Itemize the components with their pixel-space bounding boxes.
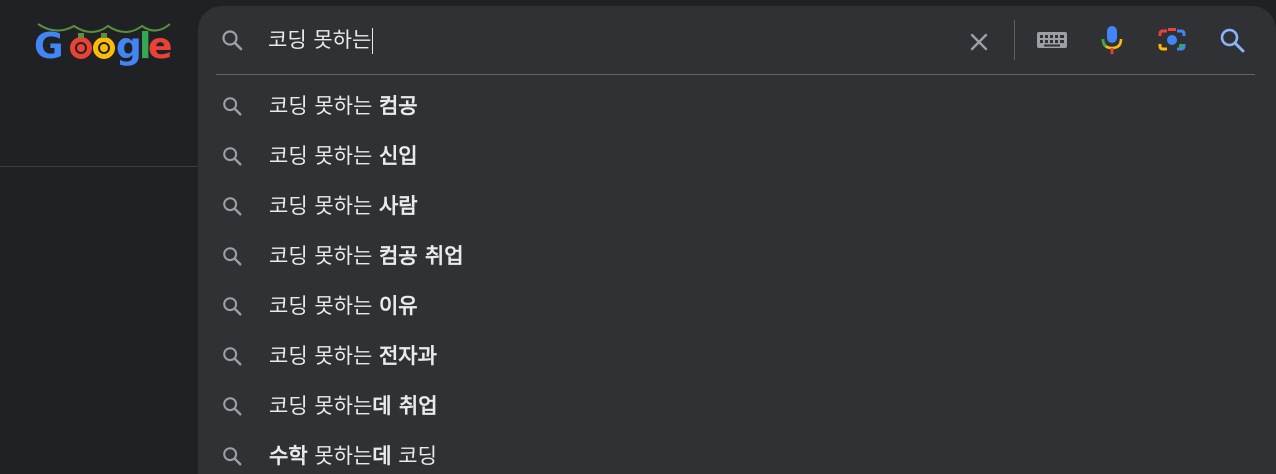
suggestion-item[interactable]: 코딩 못하는 전자과 xyxy=(198,331,1276,381)
close-icon xyxy=(970,33,988,51)
svg-text:G: G xyxy=(34,26,64,67)
suggestion-completion: 컴공 xyxy=(378,94,418,118)
keyboard-icon xyxy=(1037,32,1067,48)
search-box: 코딩 못하는 코딩 못하는 컴공 코딩 못하는 신입 코딩 못하는 사람 코딩 … xyxy=(198,6,1276,474)
suggestion-text-part: 코딩 못하는 xyxy=(269,144,379,168)
search-icon xyxy=(221,345,243,367)
suggestion-completion: 데 xyxy=(372,444,392,468)
camera-lens-icon xyxy=(1158,28,1186,51)
suggestion-text: 코딩 못하는 사람 xyxy=(269,190,418,222)
suggestion-text: 코딩 못하는데 취업 xyxy=(269,390,438,422)
search-icon xyxy=(221,445,243,467)
search-icon xyxy=(221,295,243,317)
suggestion-item[interactable]: 코딩 못하는 컴공 취업 xyxy=(198,231,1276,281)
suggestion-completion: 사람 xyxy=(378,194,418,218)
input-divider xyxy=(216,74,1255,75)
search-icon xyxy=(221,195,243,217)
suggestion-completion: 이유 xyxy=(378,294,418,318)
toolbar-divider xyxy=(1014,20,1015,60)
suggestion-item[interactable]: 코딩 못하는 신입 xyxy=(198,131,1276,181)
search-icon xyxy=(221,245,243,267)
keyboard-button[interactable] xyxy=(1034,22,1070,58)
suggestion-text-part: 코딩 못하는 xyxy=(269,94,379,118)
suggestion-item[interactable]: 코딩 못하는 사람 xyxy=(198,181,1276,231)
search-input[interactable]: 코딩 못하는 xyxy=(268,24,374,56)
suggestion-item[interactable]: 코딩 못하는 이유 xyxy=(198,281,1276,331)
suggestion-completion: 전자과 xyxy=(378,344,437,368)
suggestion-text-part: 코딩 못하는 xyxy=(269,244,379,268)
suggestion-completion: 수학 xyxy=(269,444,308,468)
google-search-page: G g l e 코딩 못하는 코딩 못하는 컴공 코딩 못하는 신입 코딩 못하… xyxy=(0,0,1276,474)
suggestion-text: 코딩 못하는 컴공 취업 xyxy=(269,240,464,272)
suggestion-item[interactable]: 코딩 못하는 컴공 xyxy=(198,81,1276,131)
suggestion-text-part: 못하는 xyxy=(307,444,373,468)
autocomplete-suggestions: 코딩 못하는 컴공 코딩 못하는 신입 코딩 못하는 사람 코딩 못하는 컴공 … xyxy=(198,81,1276,474)
clear-button[interactable] xyxy=(962,25,996,59)
suggestion-text: 코딩 못하는 전자과 xyxy=(269,340,437,372)
logo-graphic: G g l e xyxy=(34,23,172,67)
svg-text:e: e xyxy=(148,26,172,67)
search-icon xyxy=(221,395,243,417)
suggestion-text-part: 코딩 못하는 xyxy=(269,344,379,368)
header-divider xyxy=(0,166,200,167)
svg-text:g: g xyxy=(116,26,142,67)
text-caret xyxy=(372,28,374,54)
search-icon xyxy=(220,28,244,52)
suggestion-completion: 신입 xyxy=(378,144,418,168)
suggestion-text-part: 코딩 못하는 xyxy=(269,294,379,318)
search-input-value: 코딩 못하는 xyxy=(268,28,372,52)
suggestion-text: 수학 못하는데 코딩 xyxy=(269,440,437,472)
search-by-image-button[interactable] xyxy=(1154,22,1190,58)
suggestion-item[interactable]: 코딩 못하는데 취업 xyxy=(198,381,1276,431)
search-submit-button[interactable] xyxy=(1214,22,1250,58)
search-icon xyxy=(1220,28,1245,53)
suggestion-text-part: 코딩 못하는 xyxy=(269,194,379,218)
google-doodle-logo[interactable]: G g l e xyxy=(34,14,174,74)
suggestion-text-part: 코딩 못하는 xyxy=(269,394,373,418)
suggestion-item[interactable]: 수학 못하는데 코딩 xyxy=(198,431,1276,474)
search-icon xyxy=(221,145,243,167)
microphone-icon xyxy=(1101,26,1123,54)
suggestion-text-part: 코딩 xyxy=(391,444,437,468)
search-input-row: 코딩 못하는 xyxy=(198,6,1276,74)
suggestion-text: 코딩 못하는 신입 xyxy=(269,140,418,172)
voice-search-button[interactable] xyxy=(1094,22,1130,58)
suggestion-completion: 데 취업 xyxy=(372,394,438,418)
suggestion-text: 코딩 못하는 이유 xyxy=(269,290,418,322)
suggestion-completion: 컴공 취업 xyxy=(378,244,464,268)
suggestion-text: 코딩 못하는 컴공 xyxy=(269,90,418,122)
search-icon xyxy=(221,95,243,117)
